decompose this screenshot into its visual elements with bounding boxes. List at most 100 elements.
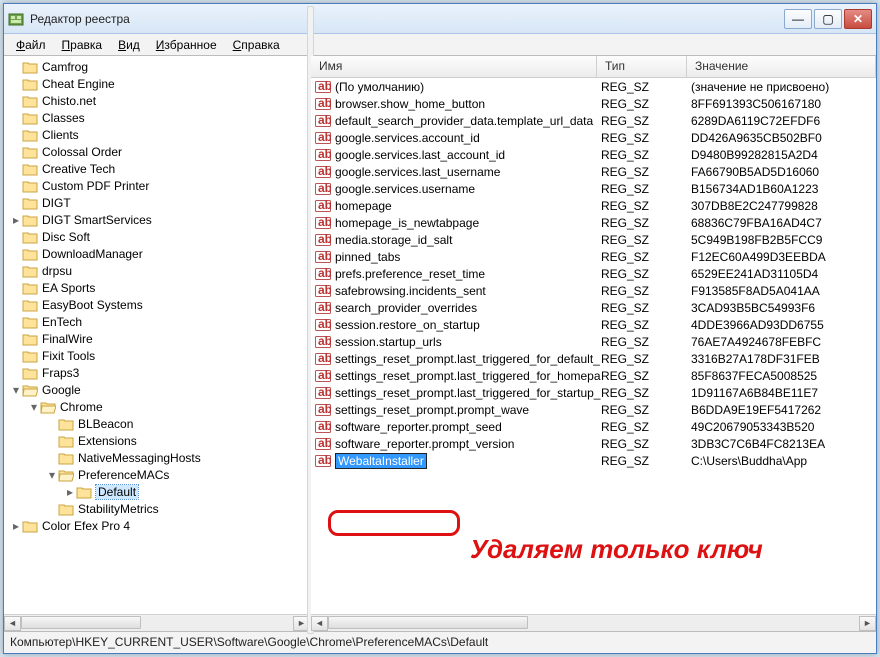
tree-item[interactable]: Fixit Tools [4, 347, 310, 364]
tree-item[interactable]: Creative Tech [4, 160, 310, 177]
folder-icon [22, 315, 38, 329]
tree-item-label: Default [96, 485, 138, 499]
folder-icon [22, 60, 38, 74]
value-row[interactable]: media.storage_id_saltREG_SZ5C949B198FB2B… [311, 231, 876, 248]
value-row[interactable]: pinned_tabsREG_SZF12EC60A499D3EEBDA [311, 248, 876, 265]
menubar: Файл Правка Вид Избранное Справка [4, 34, 876, 56]
tree-item[interactable]: Disc Soft [4, 228, 310, 245]
tree-item-label: FinalWire [42, 332, 93, 346]
value-type: REG_SZ [601, 250, 691, 264]
menu-favorites[interactable]: Избранное [148, 36, 225, 54]
col-value[interactable]: Значение [687, 56, 876, 77]
scroll-left-icon[interactable]: ◄ [4, 616, 21, 631]
folder-icon [22, 247, 38, 261]
tree-item[interactable]: ▸Color Efex Pro 4 [4, 517, 310, 534]
expander-icon[interactable]: ▾ [46, 468, 58, 482]
tree-item[interactable]: BLBeacon [4, 415, 310, 432]
value-row[interactable]: software_reporter.prompt_versionREG_SZ3D… [311, 435, 876, 452]
tree-item[interactable]: DIGT [4, 194, 310, 211]
expander-icon[interactable]: ▸ [10, 519, 22, 533]
tree-item[interactable]: ▾Google [4, 381, 310, 398]
value-row[interactable]: (По умолчанию)REG_SZ(значение не присвое… [311, 78, 876, 95]
value-row[interactable]: settings_reset_prompt.prompt_waveREG_SZB… [311, 401, 876, 418]
value-row[interactable]: default_search_provider_data.template_ur… [311, 112, 876, 129]
value-data: F12EC60A499D3EEBDA [691, 250, 876, 264]
value-row[interactable]: settings_reset_prompt.last_triggered_for… [311, 350, 876, 367]
value-type: REG_SZ [601, 182, 691, 196]
tree-pane: Camfrog Cheat EngineChisto.netClassesClie… [4, 56, 311, 631]
tree-item-label: EA Sports [42, 281, 95, 295]
tree-item[interactable]: Camfrog [4, 58, 310, 75]
string-value-icon [315, 368, 331, 384]
tree-item[interactable]: Fraps3 [4, 364, 310, 381]
tree-item[interactable]: StabilityMetrics [4, 500, 310, 517]
value-name: session.startup_urls [335, 335, 442, 349]
value-row[interactable]: browser.show_home_buttonREG_SZ8FF691393C… [311, 95, 876, 112]
column-headers[interactable]: Имя Тип Значение [311, 56, 876, 78]
value-row[interactable]: settings_reset_prompt.last_triggered_for… [311, 384, 876, 401]
tree-item-label: Cheat Engine [42, 77, 115, 91]
scroll-left-icon[interactable]: ◄ [311, 616, 328, 631]
value-row[interactable]: session.startup_urlsREG_SZ76AE7A4924678F… [311, 333, 876, 350]
tree-item[interactable]: FinalWire [4, 330, 310, 347]
folder-icon [58, 451, 74, 465]
tree-item[interactable]: Extensions [4, 432, 310, 449]
tree-item[interactable]: Classes [4, 109, 310, 126]
menu-help[interactable]: Справка [225, 36, 288, 54]
value-row[interactable]: google.services.last_account_idREG_SZD94… [311, 146, 876, 163]
col-type[interactable]: Тип [597, 56, 687, 77]
maximize-icon: ▢ [822, 12, 833, 26]
string-value-icon [315, 266, 331, 282]
value-data: FA66790B5AD5D16060 [691, 165, 876, 179]
expander-icon[interactable]: ▾ [10, 383, 22, 397]
tree-item[interactable]: EasyBoot Systems [4, 296, 310, 313]
value-row[interactable]: search_provider_overridesREG_SZ3CAD93B5B… [311, 299, 876, 316]
folder-icon [22, 366, 38, 380]
expander-icon[interactable]: ▸ [64, 485, 76, 499]
value-row[interactable]: homepageREG_SZ307DB8E2C247799828 [311, 197, 876, 214]
value-row[interactable]: software_reporter.prompt_seedREG_SZ49C20… [311, 418, 876, 435]
registry-tree[interactable]: Camfrog Cheat EngineChisto.netClassesClie… [4, 56, 310, 614]
col-name[interactable]: Имя [311, 56, 597, 77]
values-hscrollbar[interactable]: ◄ ► [311, 614, 876, 631]
tree-item[interactable]: NativeMessagingHosts [4, 449, 310, 466]
value-row[interactable]: safebrowsing.incidents_sentREG_SZF913585… [311, 282, 876, 299]
tree-item[interactable]: Clients [4, 126, 310, 143]
close-button[interactable]: ✕ [844, 9, 872, 29]
scroll-right-icon[interactable]: ► [859, 616, 876, 631]
menu-file[interactable]: Файл [8, 36, 54, 54]
titlebar[interactable]: Редактор реестра — ▢ ✕ [4, 4, 876, 34]
value-row[interactable]: google.services.account_idREG_SZDD426A96… [311, 129, 876, 146]
tree-item[interactable]: ▾PreferenceMACs [4, 466, 310, 483]
tree-item[interactable]: Chisto.net [4, 92, 310, 109]
tree-item[interactable]: ▸ Default [4, 483, 310, 500]
value-name: google.services.username [335, 182, 475, 196]
tree-item[interactable]: EnTech [4, 313, 310, 330]
value-row[interactable]: session.restore_on_startupREG_SZ4DDE3966… [311, 316, 876, 333]
value-row[interactable]: prefs.preference_reset_timeREG_SZ6529EE2… [311, 265, 876, 282]
value-row[interactable]: settings_reset_prompt.last_triggered_for… [311, 367, 876, 384]
minimize-button[interactable]: — [784, 9, 812, 29]
value-name: software_reporter.prompt_version [335, 437, 514, 451]
tree-item-label: Creative Tech [42, 162, 115, 176]
expander-icon[interactable]: ▾ [28, 400, 40, 414]
value-row[interactable]: WebaltaInstallerREG_SZC:\Users\Buddha\Ap… [311, 452, 876, 469]
expander-icon[interactable]: ▸ [10, 213, 22, 227]
menu-edit[interactable]: Правка [54, 36, 111, 54]
tree-item[interactable]: EA Sports [4, 279, 310, 296]
tree-hscrollbar[interactable]: ◄ ► [4, 614, 310, 631]
tree-item[interactable]: ▾Chrome [4, 398, 310, 415]
menu-view[interactable]: Вид [110, 36, 148, 54]
values-list[interactable]: (По умолчанию)REG_SZ(значение не присвое… [311, 78, 876, 614]
tree-item[interactable]: Colossal Order [4, 143, 310, 160]
tree-item[interactable]: Cheat Engine [4, 75, 310, 92]
value-type: REG_SZ [601, 284, 691, 298]
tree-item[interactable]: DownloadManager [4, 245, 310, 262]
value-row[interactable]: google.services.usernameREG_SZB156734AD1… [311, 180, 876, 197]
value-row[interactable]: google.services.last_usernameREG_SZFA667… [311, 163, 876, 180]
maximize-button[interactable]: ▢ [814, 9, 842, 29]
tree-item[interactable]: ▸DIGT SmartServices [4, 211, 310, 228]
tree-item[interactable]: Custom PDF Printer [4, 177, 310, 194]
value-row[interactable]: homepage_is_newtabpageREG_SZ68836C79FBA1… [311, 214, 876, 231]
tree-item[interactable]: drpsu [4, 262, 310, 279]
